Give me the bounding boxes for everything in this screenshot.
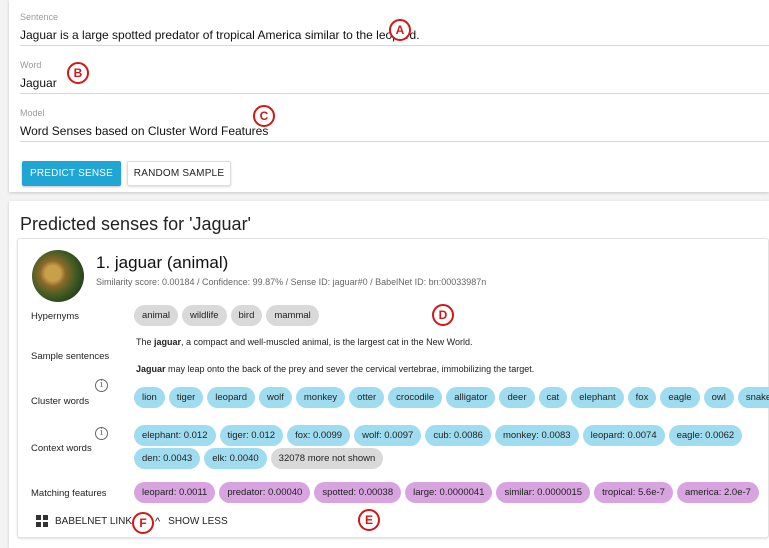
sample-1-post: , a compact and well-muscled animal, is … xyxy=(181,337,473,347)
context-words-label: Context words xyxy=(31,443,92,454)
context-word-chip: wolf: 0.0097 xyxy=(354,425,422,446)
show-less-button[interactable]: ^ SHOW LESS xyxy=(155,515,228,529)
hypernym-chip: wildlife xyxy=(182,305,227,326)
babelnet-logo-icon xyxy=(36,515,48,527)
annotation-marker-a: A xyxy=(389,19,411,41)
cluster-word-chip: snake xyxy=(737,387,769,408)
matching-feature-chip: large: 0.0000041 xyxy=(405,482,493,503)
model-field[interactable]: Model Word Senses based on Cluster Word … xyxy=(20,96,769,142)
hypernym-chip: animal xyxy=(134,305,178,326)
model-label: Model xyxy=(20,108,45,118)
predict-sense-button[interactable]: PREDICT SENSE xyxy=(22,161,121,186)
annotation-marker-e: E xyxy=(358,509,380,531)
hypernym-chip: bird xyxy=(230,305,263,326)
cluster-word-chip: elephant xyxy=(571,387,624,408)
cluster-word-chip: leopard xyxy=(207,387,255,408)
sample-1-bold: jaguar xyxy=(154,337,182,347)
cluster-words-label: Cluster words xyxy=(31,396,90,407)
cluster-word-chip: wolf xyxy=(258,387,292,408)
context-word-chip: den: 0.0043 xyxy=(134,448,201,469)
model-select[interactable]: Word Senses based on Cluster Word Featur… xyxy=(20,124,268,138)
matching-features-label: Matching features xyxy=(31,488,107,499)
sample-sentence-1: The jaguar, a compact and well-muscled a… xyxy=(136,337,473,347)
context-word-chip: leopard: 0.0074 xyxy=(582,425,665,446)
babelnet-link-label: BABELNET LINK xyxy=(55,515,133,527)
context-word-chip: tiger: 0.012 xyxy=(219,425,284,446)
annotation-marker-b: B xyxy=(67,62,89,84)
context-info-icon[interactable]: i xyxy=(95,427,108,440)
cluster-word-chip: monkey xyxy=(295,387,346,408)
matching-feature-chip: tropical: 5.6e-7 xyxy=(594,482,673,503)
chevron-up-icon: ^ xyxy=(155,516,161,528)
word-field[interactable]: Word Jaguar xyxy=(20,48,769,94)
context-more-chip[interactable]: 32078 more not shown xyxy=(270,448,384,469)
cluster-word-chip: cat xyxy=(538,387,568,408)
context-word-chip: fox: 0.0099 xyxy=(287,425,351,446)
sample-2-post: may leap onto the back of the prey and s… xyxy=(165,364,535,374)
sentence-input[interactable]: Jaguar is a large spotted predator of tr… xyxy=(20,28,420,42)
samples-label: Sample sentences xyxy=(31,351,110,362)
matching-feature-chip: leopard: 0.0011 xyxy=(134,482,216,503)
annotation-marker-f: F xyxy=(132,512,154,534)
context-word-chip: monkey: 0.0083 xyxy=(494,425,579,446)
word-label: Word xyxy=(20,60,42,70)
hypernyms-label: Hypernyms xyxy=(31,311,80,322)
cluster-word-chip: tiger xyxy=(168,387,204,408)
sense-name: 1. jaguar (animal) xyxy=(96,253,229,272)
sense-meta: Similarity score: 0.00184 / Confidence: … xyxy=(96,277,487,287)
cluster-word-chip: crocodile xyxy=(388,387,443,408)
context-word-chip: elephant: 0.012 xyxy=(134,425,216,446)
annotation-marker-d: D xyxy=(432,304,454,326)
context-word-chip: elk: 0.0040 xyxy=(204,448,267,469)
sentence-label: Sentence xyxy=(20,12,59,22)
matching-features-chips: leopard: 0.0011 predator: 0.00040 spotted:… xyxy=(134,482,759,503)
random-sample-button[interactable]: RANDOM SAMPLE xyxy=(127,161,231,186)
cluster-word-chip: alligator xyxy=(446,387,496,408)
matching-feature-chip: america: 2.0e-7 xyxy=(676,482,759,503)
cluster-word-chip: otter xyxy=(349,387,385,408)
results-title: Predicted senses for 'Jaguar' xyxy=(20,214,251,234)
cluster-word-chip: lion xyxy=(134,387,165,408)
cluster-word-chip: owl xyxy=(703,387,734,408)
matching-feature-chip: predator: 0.00040 xyxy=(219,482,311,503)
results-card: Predicted senses for 'Jaguar' 1. jaguar … xyxy=(9,201,769,548)
cluster-info-icon[interactable]: i xyxy=(95,379,108,392)
sense-card: 1. jaguar (animal) Similarity score: 0.0… xyxy=(17,238,769,538)
babelnet-link[interactable]: BABELNET LINK xyxy=(36,515,132,527)
cluster-word-chip: fox xyxy=(627,387,657,408)
matching-feature-chip: similar: 0.0000015 xyxy=(496,482,591,503)
cluster-word-chip: deer xyxy=(499,387,535,408)
context-words-chips-row1: elephant: 0.012 tiger: 0.012 fox: 0.0099 wo… xyxy=(134,425,743,446)
cluster-word-chip: eagle xyxy=(660,387,700,408)
context-word-chip: cub: 0.0086 xyxy=(425,425,491,446)
sample-2-bold: Jaguar xyxy=(136,364,166,374)
sample-1-pre: The xyxy=(136,337,155,347)
context-words-chips-row2: den: 0.0043 elk: 0.0040 32078 more not sho… xyxy=(134,448,384,469)
show-less-label: SHOW LESS xyxy=(168,515,228,527)
word-input[interactable]: Jaguar xyxy=(20,76,57,90)
context-word-chip: eagle: 0.0062 xyxy=(668,425,743,446)
hypernyms-chips: animal wildlife bird mammal xyxy=(134,305,319,326)
annotation-marker-c: C xyxy=(253,105,275,127)
sample-sentence-2: Jaguar may leap onto the back of the pre… xyxy=(136,364,534,374)
jaguar-avatar xyxy=(32,250,84,302)
cluster-words-chips: lion tiger leopard wolf monkey otter crocodile… xyxy=(134,387,769,408)
matching-feature-chip: spotted: 0.00038 xyxy=(314,482,402,503)
hypernym-chip: mammal xyxy=(266,305,319,326)
